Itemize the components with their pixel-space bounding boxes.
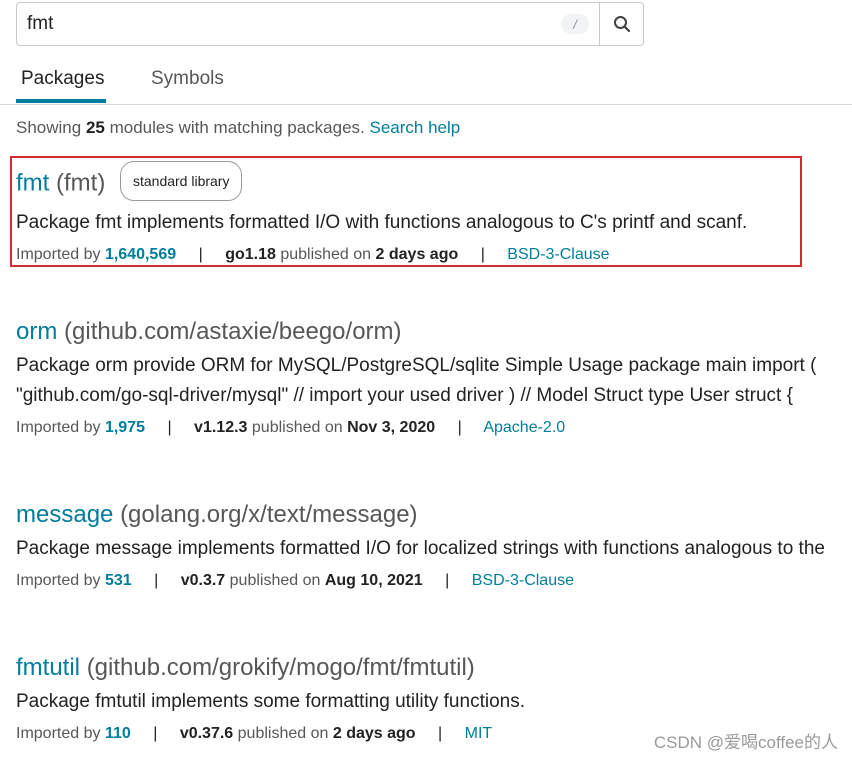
separator: |: [198, 246, 203, 263]
active-tab-indicator: [16, 99, 106, 103]
result-package-link[interactable]: message: [16, 501, 113, 528]
imported-by-label: Imported by: [16, 419, 101, 436]
imported-by-label: Imported by: [16, 246, 101, 263]
version: go1.18: [225, 246, 276, 263]
result-module-path: (github.com/astaxie/beego/orm): [64, 318, 402, 345]
search-result-message: message (golang.org/x/text/message) Pack…: [16, 500, 825, 592]
search-tabs: Packages Symbols: [0, 60, 852, 105]
search-result-orm: orm (github.com/astaxie/beego/orm) Packa…: [16, 317, 816, 439]
synopsis-line: Package fmt implements formatted I/O wit…: [16, 212, 748, 233]
license-link[interactable]: Apache-2.0: [483, 419, 565, 436]
published-label: published on: [251, 419, 343, 436]
published-label: published on: [237, 725, 329, 742]
separator: |: [445, 572, 450, 589]
search-help-link[interactable]: Search help: [369, 118, 460, 137]
separator: |: [153, 725, 158, 742]
synopsis-line: "github.com/go-sql-driver/mysql" // impo…: [16, 385, 793, 406]
result-metadata: Imported by 1,640,569 | go1.18 published…: [16, 244, 747, 266]
result-title: fmt (fmt) standard library: [16, 161, 747, 204]
result-title: fmtutil (github.com/grokify/mogo/fmt/fmt…: [16, 653, 525, 683]
search-input[interactable]: [17, 3, 561, 45]
result-synopsis: Package fmtutil implements some formatti…: [16, 687, 525, 717]
separator: |: [154, 572, 159, 589]
summary-prefix: Showing: [16, 118, 82, 137]
imported-by-label: Imported by: [16, 572, 101, 589]
results-summary: Showing 25 modules with matching package…: [16, 118, 460, 138]
summary-suffix: modules with matching packages.: [109, 118, 365, 137]
tab-symbols[interactable]: Symbols: [151, 68, 224, 104]
result-synopsis: Package fmt implements formatted I/O wit…: [16, 208, 747, 238]
imported-by-link[interactable]: 1,975: [105, 419, 145, 436]
standard-library-badge: standard library: [119, 161, 243, 201]
published-date: Aug 10, 2021: [324, 572, 423, 589]
published-label: published on: [229, 572, 321, 589]
synopsis-line: Package orm provide ORM for MySQL/Postgr…: [16, 355, 817, 376]
result-title: message (golang.org/x/text/message): [16, 500, 825, 530]
version: v0.37.6: [179, 725, 234, 742]
imported-by-link[interactable]: 110: [105, 725, 131, 742]
search-result-fmtutil: fmtutil (github.com/grokify/mogo/fmt/fmt…: [16, 653, 525, 745]
search-result-fmt: fmt (fmt) standard library Package fmt i…: [16, 161, 747, 266]
search-bar: /: [16, 2, 644, 46]
result-package-link[interactable]: orm: [16, 318, 57, 345]
result-metadata: Imported by 110 | v0.37.6 published on 2…: [16, 723, 525, 745]
result-metadata: Imported by 531 | v0.3.7 published on Au…: [16, 570, 825, 592]
imported-by-label: Imported by: [16, 725, 101, 742]
result-package-link[interactable]: fmtutil: [16, 654, 80, 681]
license-link[interactable]: BSD-3-Clause: [472, 572, 574, 589]
separator: |: [167, 419, 172, 436]
synopsis-line: Package message implements formatted I/O…: [16, 538, 825, 559]
result-synopsis: Package message implements formatted I/O…: [16, 534, 825, 564]
result-package-link[interactable]: fmt: [16, 169, 49, 196]
synopsis-line: Package fmtutil implements some formatti…: [16, 691, 525, 712]
result-synopsis: Package orm provide ORM for MySQL/Postgr…: [16, 351, 816, 411]
published-date: 2 days ago: [375, 246, 459, 263]
separator: |: [457, 419, 462, 436]
version: v0.3.7: [180, 572, 226, 589]
published-label: published on: [280, 246, 372, 263]
search-icon: [613, 16, 630, 33]
separator: |: [438, 725, 443, 742]
published-date: Nov 3, 2020: [347, 419, 436, 436]
published-date: 2 days ago: [332, 725, 416, 742]
keyboard-shortcut-hint: /: [561, 14, 589, 34]
result-module-path: (github.com/grokify/mogo/fmt/fmtutil): [86, 654, 475, 681]
imported-by-link[interactable]: 531: [105, 572, 132, 589]
result-module-path: (fmt): [56, 169, 106, 197]
result-module-path: (golang.org/x/text/message): [120, 501, 418, 528]
result-title: orm (github.com/astaxie/beego/orm): [16, 317, 816, 347]
search-button[interactable]: [599, 3, 643, 45]
license-link[interactable]: BSD-3-Clause: [507, 246, 609, 263]
imported-by-link[interactable]: 1,640,569: [105, 246, 176, 263]
version: v1.12.3: [194, 419, 248, 436]
separator: |: [480, 246, 485, 263]
license-link[interactable]: MIT: [465, 725, 493, 742]
result-count: 25: [85, 118, 105, 137]
watermark: CSDN @爱喝coffee的人: [653, 733, 838, 752]
result-metadata: Imported by 1,975 | v1.12.3 published on…: [16, 417, 816, 439]
